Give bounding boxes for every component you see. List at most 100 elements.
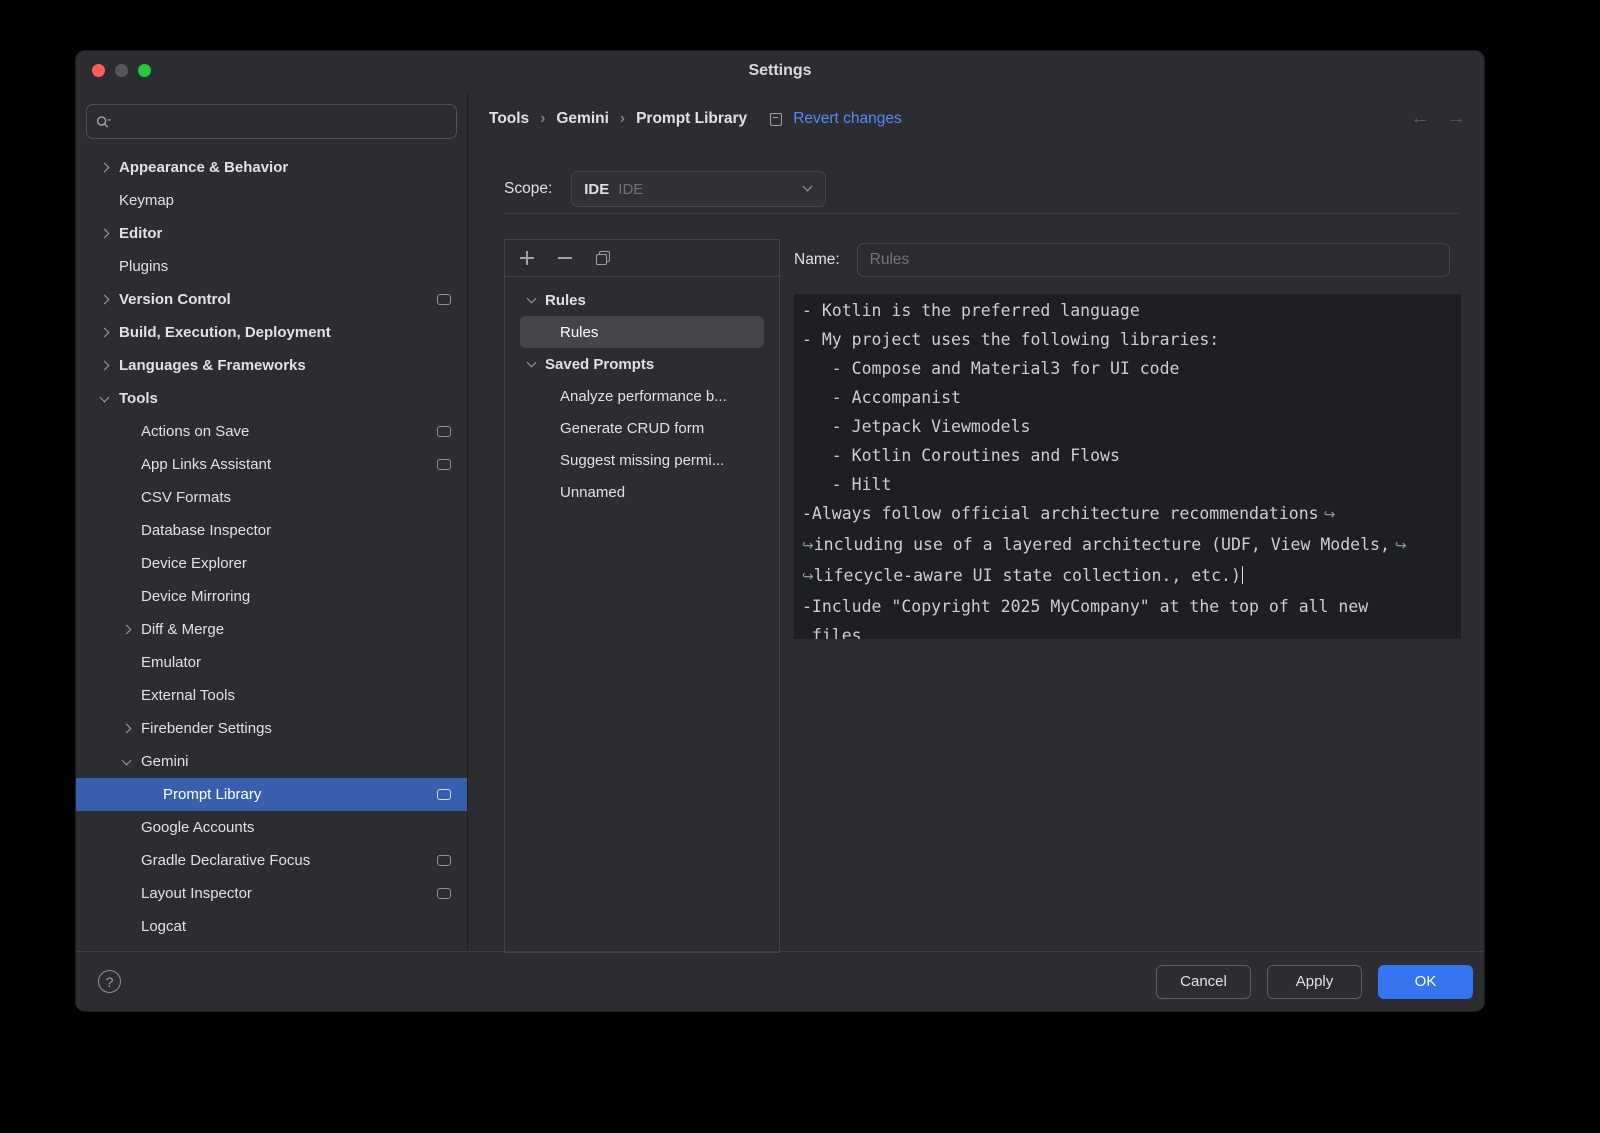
prompt-item-rules[interactable]: Rules: [520, 316, 764, 348]
sidebar-item-layout-inspector[interactable]: Layout Inspector: [76, 877, 467, 910]
prompt-name-label: Name:: [794, 251, 840, 269]
editor-line-text: - Kotlin Coroutines and Flows: [802, 446, 1120, 465]
sidebar-item-label: Device Mirroring: [141, 588, 250, 605]
chevron-glyph: [122, 625, 132, 635]
editor-line: - Compose and Material3 for UI code: [802, 354, 1453, 383]
chevron-glyph: [100, 361, 110, 371]
editor-line: - Kotlin is the preferred language: [802, 296, 1453, 325]
sidebar-item-firebender-settings[interactable]: Firebender Settings: [76, 712, 467, 745]
soft-wrap-icon: ↪: [1395, 538, 1407, 554]
sidebar-item-label: Actions on Save: [141, 423, 249, 440]
sidebar-item-label: Version Control: [119, 291, 231, 308]
chevron-glyph: [100, 229, 110, 239]
sidebar-item-label: Layout Inspector: [141, 885, 252, 902]
text-caret: [1242, 566, 1244, 584]
revert-changes-link[interactable]: Revert changes: [793, 110, 902, 128]
sidebar-item-app-links-assistant[interactable]: App Links Assistant: [76, 448, 467, 481]
back-icon[interactable]: ←: [1410, 107, 1430, 130]
sidebar-item-version-control[interactable]: Version Control: [76, 283, 467, 316]
help-button[interactable]: ?: [98, 970, 121, 993]
sidebar-item-tools[interactable]: Tools: [76, 382, 467, 415]
chevron-down-icon: [527, 298, 545, 302]
cancel-button[interactable]: Cancel: [1156, 965, 1251, 999]
sidebar-item-google-accounts[interactable]: Google Accounts: [76, 811, 467, 844]
breadcrumb-separator-icon: ›: [620, 110, 625, 128]
sidebar-item-csv-formats[interactable]: CSV Formats: [76, 481, 467, 514]
minimize-window-button[interactable]: [115, 64, 128, 77]
editor-line: - Jetpack Viewmodels: [802, 412, 1453, 441]
breadcrumb-prompt-library[interactable]: Prompt Library: [636, 110, 747, 128]
sidebar-item-label: Diff & Merge: [141, 621, 224, 638]
close-window-button[interactable]: [92, 64, 105, 77]
footer-buttons: Cancel Apply OK: [1156, 965, 1473, 999]
remove-prompt-button[interactable]: [556, 249, 574, 267]
screen-settings-icon: [437, 855, 451, 866]
settings-search-box[interactable]: [86, 104, 457, 139]
window-body: Appearance & BehaviorKeymapEditorPlugins…: [76, 91, 1484, 951]
screen-settings-icon: [437, 426, 451, 437]
desktop-background: Settings Appearance & BehaviorKeymapEdit…: [0, 0, 1600, 1133]
chevron-right-icon: [100, 164, 119, 171]
screen-settings-icon: [437, 294, 451, 305]
prompt-item-suggest-missing-permi[interactable]: Suggest missing permi...: [520, 444, 764, 476]
ok-button[interactable]: OK: [1378, 965, 1473, 999]
scope-dropdown[interactable]: IDE IDE: [571, 171, 826, 207]
scope-row: Scope: IDE IDE: [504, 171, 826, 207]
chevron-glyph: [122, 755, 132, 765]
sidebar-item-emulator[interactable]: Emulator: [76, 646, 467, 679]
duplicate-prompt-button[interactable]: [594, 249, 612, 267]
chevron-right-icon: [122, 626, 141, 633]
sidebar-item-actions-on-save[interactable]: Actions on Save: [76, 415, 467, 448]
soft-wrap-icon: ↪: [1324, 507, 1336, 523]
breadcrumb-tools[interactable]: Tools: [489, 110, 529, 128]
sidebar-item-device-explorer[interactable]: Device Explorer: [76, 547, 467, 580]
editor-line-text: - Hilt: [802, 475, 891, 494]
editor-line: -Include "Copyright 2025 MyCompany" at t…: [802, 592, 1453, 621]
prompt-name-row: Name:: [794, 243, 1450, 277]
prompt-item-unnamed[interactable]: Unnamed: [520, 476, 764, 508]
sidebar-item-appearance-behavior[interactable]: Appearance & Behavior: [76, 151, 467, 184]
apply-button[interactable]: Apply: [1267, 965, 1362, 999]
chevron-glyph: [100, 163, 110, 173]
prompt-group-rules[interactable]: Rules: [505, 284, 779, 316]
sidebar-item-device-mirroring[interactable]: Device Mirroring: [76, 580, 467, 613]
prompt-item-label: Analyze performance b...: [560, 388, 727, 405]
chevron-down-icon: [527, 362, 545, 366]
sidebar-item-label: App Links Assistant: [141, 456, 271, 473]
sidebar-item-editor[interactable]: Editor: [76, 217, 467, 250]
sidebar-item-languages-frameworks[interactable]: Languages & Frameworks: [76, 349, 467, 382]
chevron-glyph: [100, 295, 110, 305]
screen-settings-icon: [437, 459, 451, 470]
scope-label: Scope:: [504, 180, 552, 198]
sidebar-item-prompt-library[interactable]: Prompt Library: [76, 778, 467, 811]
sidebar-item-gradle-declarative-focus[interactable]: Gradle Declarative Focus: [76, 844, 467, 877]
sidebar-item-gemini[interactable]: Gemini: [76, 745, 467, 778]
sidebar-item-keymap[interactable]: Keymap: [76, 184, 467, 217]
prompt-list-panel: RulesRules Saved Prompts Analyze performan…: [504, 239, 780, 953]
sidebar-item-logcat[interactable]: Logcat: [76, 910, 467, 943]
sidebar-item-label: Gradle Declarative Focus: [141, 852, 310, 869]
sidebar-item-build-execution-deployment[interactable]: Build, Execution, Deployment: [76, 316, 467, 349]
prompt-group-saved-prompts[interactable]: Saved Prompts: [505, 348, 779, 380]
prompt-name-input[interactable]: [857, 243, 1450, 277]
sidebar-item-database-inspector[interactable]: Database Inspector: [76, 514, 467, 547]
prompt-editor[interactable]: - Kotlin is the preferred language- My p…: [794, 294, 1461, 639]
prompt-item-generate-crud-form[interactable]: Generate CRUD form: [520, 412, 764, 444]
add-prompt-button[interactable]: [518, 249, 536, 267]
zoom-window-button[interactable]: [138, 64, 151, 77]
breadcrumb-gemini[interactable]: Gemini: [556, 110, 609, 128]
titlebar: Settings: [76, 51, 1484, 91]
sidebar-item-diff-merge[interactable]: Diff & Merge: [76, 613, 467, 646]
prompt-item-analyze-performance-b[interactable]: Analyze performance b...: [520, 380, 764, 412]
search-input[interactable]: [119, 113, 447, 130]
chevron-down-icon: [100, 397, 119, 401]
sidebar-item-label: Prompt Library: [163, 786, 261, 803]
scope-value-hint: IDE: [618, 181, 643, 198]
sidebar-item-plugins[interactable]: Plugins: [76, 250, 467, 283]
prompt-group-label: Saved Prompts: [545, 356, 654, 373]
chevron-glyph: [100, 392, 110, 402]
sidebar-item-external-tools[interactable]: External Tools: [76, 679, 467, 712]
editor-line-text: -Include "Copyright 2025 MyCompany" at t…: [802, 597, 1368, 616]
sidebar-item-label: Device Explorer: [141, 555, 247, 572]
forward-icon[interactable]: →: [1446, 107, 1466, 130]
